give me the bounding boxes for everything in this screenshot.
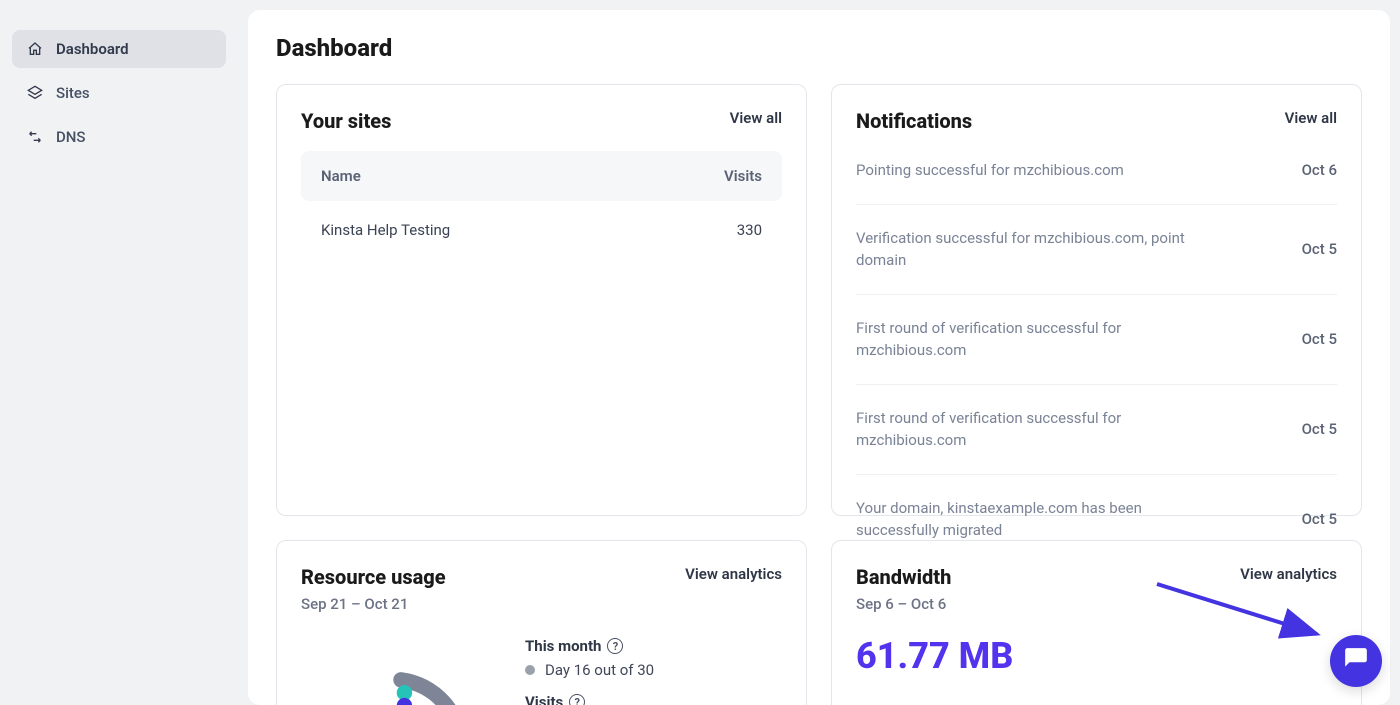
help-icon[interactable]: ? — [569, 694, 585, 705]
sidebar-item-label: DNS — [56, 128, 86, 146]
notifications-title: Notifications — [856, 109, 972, 133]
dot-icon — [525, 665, 535, 675]
main-content: Dashboard Your sites View all Name Visit… — [248, 10, 1390, 705]
col-visits: Visits — [724, 167, 762, 185]
bandwidth-card: Bandwidth Sep 6 – Oct 6 View analytics 6… — [831, 540, 1362, 705]
sidebar-item-label: Dashboard — [56, 40, 129, 58]
notifications-card: Notifications View all Pointing successf… — [831, 84, 1362, 516]
notification-date: Oct 5 — [1302, 330, 1337, 348]
site-visits: 330 — [737, 221, 762, 239]
notification-text: Pointing successful for mzchibious.com — [856, 159, 1124, 182]
notification-text: First round of verification successful f… — [856, 407, 1196, 452]
visits-label: Visits ? — [525, 693, 782, 705]
notification-date: Oct 5 — [1302, 510, 1337, 528]
day-progress-text: Day 16 out of 30 — [525, 661, 782, 679]
this-month-label: This month ? — [525, 637, 782, 655]
resource-date-range: Sep 21 – Oct 21 — [301, 595, 446, 613]
notification-date: Oct 5 — [1302, 240, 1337, 258]
notification-text: Your domain, kinstaexample.com has been … — [856, 497, 1196, 542]
view-analytics-bandwidth-link[interactable]: View analytics — [1240, 565, 1337, 583]
view-all-sites-link[interactable]: View all — [730, 109, 782, 127]
sidebar-item-dns[interactable]: DNS — [12, 118, 226, 156]
resource-gauge — [301, 637, 501, 705]
dashboard-icon — [26, 41, 44, 57]
your-sites-card: Your sites View all Name Visits Kinsta H… — [276, 84, 807, 516]
site-name: Kinsta Help Testing — [321, 221, 450, 239]
view-all-notifications-link[interactable]: View all — [1285, 109, 1337, 127]
sites-table-header: Name Visits — [301, 151, 782, 201]
bandwidth-date-range: Sep 6 – Oct 6 — [856, 595, 951, 613]
notification-text: Verification successful for mzchibious.c… — [856, 227, 1196, 272]
layers-icon — [26, 85, 44, 101]
notification-text: First round of verification successful f… — [856, 317, 1196, 362]
notification-date: Oct 6 — [1302, 161, 1337, 179]
list-item[interactable]: Pointing successful for mzchibious.com O… — [856, 137, 1337, 205]
list-item[interactable]: First round of verification successful f… — [856, 385, 1337, 475]
list-item[interactable]: Verification successful for mzchibious.c… — [856, 205, 1337, 295]
page-title: Dashboard — [276, 34, 1362, 62]
resource-usage-title: Resource usage — [301, 565, 446, 589]
your-sites-title: Your sites — [301, 109, 391, 133]
chat-icon — [1343, 646, 1369, 676]
list-item[interactable]: First round of verification successful f… — [856, 295, 1337, 385]
view-analytics-resource-link[interactable]: View analytics — [685, 565, 782, 583]
table-row[interactable]: Kinsta Help Testing 330 — [301, 201, 782, 259]
sidebar-item-dashboard[interactable]: Dashboard — [12, 30, 226, 68]
bandwidth-value: 61.77 MB — [856, 635, 1337, 677]
chat-button[interactable] — [1330, 635, 1382, 687]
resource-usage-card: Resource usage Sep 21 – Oct 21 View anal… — [276, 540, 807, 705]
sidebar-item-sites[interactable]: Sites — [12, 74, 226, 112]
bandwidth-title: Bandwidth — [856, 565, 951, 589]
col-name: Name — [321, 167, 361, 185]
help-icon[interactable]: ? — [607, 638, 623, 654]
sidebar-item-label: Sites — [56, 84, 90, 102]
dns-icon — [26, 129, 44, 145]
sidebar: Dashboard Sites DNS — [0, 0, 238, 705]
notifications-list: Pointing successful for mzchibious.com O… — [856, 137, 1337, 564]
notification-date: Oct 5 — [1302, 420, 1337, 438]
